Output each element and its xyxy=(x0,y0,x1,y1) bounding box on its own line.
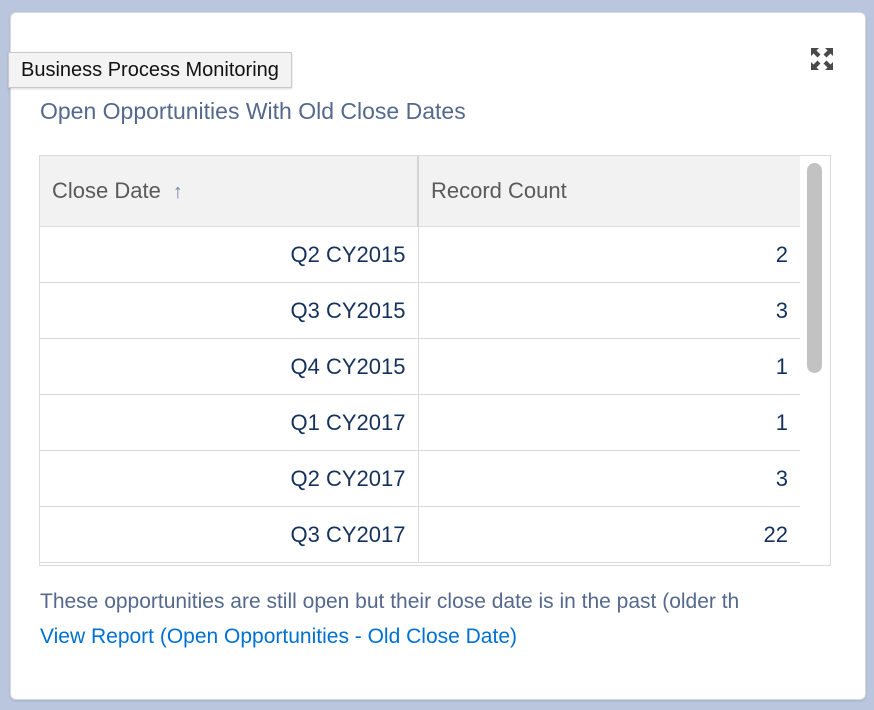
column-header-label: Record Count xyxy=(431,178,567,203)
cell-close-date: Q1 CY2017 xyxy=(40,394,419,451)
view-report-link[interactable]: View Report (Open Opportunities - Old Cl… xyxy=(40,625,517,649)
data-table-container: Close Date ↑ Record Count Q2 CY2015 2 Q3 … xyxy=(39,155,831,566)
table-row: Q2 CY2017 3 xyxy=(40,450,800,507)
table-row: Q3 CY2017 22 xyxy=(40,506,800,563)
expand-button[interactable] xyxy=(807,44,837,74)
cell-close-date: Q2 CY2017 xyxy=(40,450,419,507)
widget-description: These opportunities are still open but t… xyxy=(40,590,740,613)
cell-close-date: Q3 CY2015 xyxy=(40,282,419,339)
widget-title: Open Opportunities With Old Close Dates xyxy=(40,98,466,124)
scrollbar-thumb[interactable] xyxy=(807,163,822,373)
cell-close-date: Q4 CY2015 xyxy=(40,338,419,395)
table-row: Q1 CY2017 1 xyxy=(40,394,800,451)
vertical-scrollbar[interactable] xyxy=(800,156,830,565)
cell-record-count: 22 xyxy=(418,506,800,563)
expand-icon xyxy=(811,48,833,70)
arrow-up-icon: ↑ xyxy=(172,181,183,203)
column-header-close-date[interactable]: Close Date ↑ xyxy=(40,156,419,227)
cell-close-date: Q2 CY2015 xyxy=(40,226,419,283)
table-row: Q3 CY2015 3 xyxy=(40,282,800,339)
column-header-label: Close Date xyxy=(52,178,161,203)
table-row: Q4 CY2015 1 xyxy=(40,338,800,395)
table-row: Q2 CY2015 2 xyxy=(40,226,800,283)
cell-record-count: 1 xyxy=(418,338,800,395)
data-table: Close Date ↑ Record Count Q2 CY2015 2 Q3 … xyxy=(40,156,800,563)
cell-record-count: 3 xyxy=(418,450,800,507)
table-header-row: Close Date ↑ Record Count xyxy=(40,156,800,227)
cell-record-count: 2 xyxy=(418,226,800,283)
cell-close-date: Q3 CY2017 xyxy=(40,506,419,563)
cell-record-count: 3 xyxy=(418,282,800,339)
column-header-record-count[interactable]: Record Count xyxy=(418,156,800,227)
tooltip: Business Process Monitoring xyxy=(8,52,292,88)
cell-record-count: 1 xyxy=(418,394,800,451)
